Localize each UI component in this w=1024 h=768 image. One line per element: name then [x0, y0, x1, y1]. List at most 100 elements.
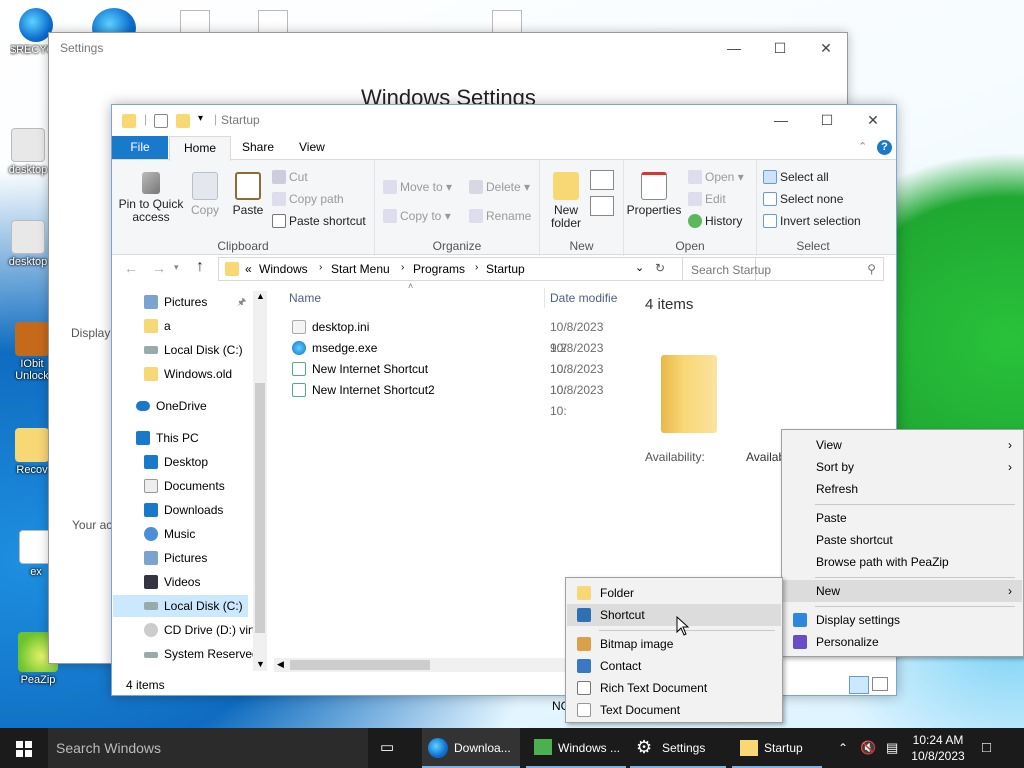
chevron-down-icon[interactable]: ⌄ — [635, 261, 644, 274]
tab-home[interactable]: Home — [169, 136, 232, 161]
invert-selection-button[interactable]: Invert selection — [763, 214, 861, 228]
nav-item-music[interactable]: Music — [144, 523, 195, 545]
menu-item-sort-by[interactable]: Sort by › — [783, 456, 1022, 478]
menu-item-rich-text-document[interactable]: Rich Text Document — [567, 677, 781, 699]
collapse-ribbon-icon[interactable]: ⌃ — [858, 140, 867, 153]
copy-to-button[interactable]: Copy to ▾ — [383, 209, 451, 223]
nav-item-pictures[interactable]: Pictures — [144, 291, 207, 313]
new-folder-icon[interactable] — [176, 114, 190, 128]
breadcrumb-start-menu[interactable]: Start Menu — [331, 262, 390, 276]
taskbar-app-windows-settings[interactable]: Windows ... — [526, 728, 626, 768]
horizontal-scrollbar[interactable]: ◀ — [274, 658, 568, 672]
nav-item-windows-old[interactable]: Windows.old — [144, 363, 232, 385]
menu-item-browse-path-peazip[interactable]: Browse path with PeaZip — [783, 551, 1022, 573]
menu-item-paste-shortcut[interactable]: Paste shortcut — [783, 529, 1022, 551]
nav-item-pictures-2[interactable]: Pictures — [144, 547, 207, 569]
scroll-down-icon[interactable]: ▼ — [256, 659, 265, 669]
search-input[interactable]: Search Startup ⚲ — [682, 257, 884, 281]
address-bar[interactable]: « Windows › Start Menu › Programs › Star… — [218, 257, 756, 281]
desktop-icon-desktop-2[interactable]: desktop — [2, 220, 54, 268]
address-overflow[interactable]: « — [245, 262, 252, 276]
edit-button[interactable]: Edit — [688, 192, 726, 206]
scroll-left-icon[interactable]: ◀ — [277, 659, 284, 670]
menu-item-new[interactable]: New › — [783, 580, 1022, 602]
move-to-button[interactable]: Move to ▾ — [383, 180, 452, 194]
menu-item-contact[interactable]: Contact — [567, 655, 781, 677]
clock[interactable]: 10:24 AM 10/8/2023 — [906, 728, 970, 768]
select-none-button[interactable]: Select none — [763, 192, 843, 206]
nav-item-cd-drive[interactable]: CD Drive (D:) virt — [144, 619, 255, 641]
column-header-date[interactable]: Date modifie — [550, 291, 617, 305]
forward-button[interactable]: → — [152, 260, 166, 276]
select-all-button[interactable]: Select all — [763, 170, 829, 184]
back-button[interactable]: ← — [124, 260, 138, 276]
desktop-file-icon[interactable] — [492, 10, 522, 34]
cut-button[interactable]: Cut — [272, 170, 308, 184]
breadcrumb-windows[interactable]: Windows — [259, 262, 308, 276]
menu-item-view[interactable]: View › — [783, 434, 1022, 456]
scroll-thumb[interactable] — [290, 660, 430, 670]
column-header-name[interactable]: Name — [289, 291, 321, 305]
desktop-file-icon[interactable] — [180, 10, 210, 34]
new-submenu[interactable]: Folder Shortcut Bitmap image Contact Ric… — [565, 577, 783, 723]
close-button[interactable]: ✕ — [803, 33, 849, 63]
desktop-icon-desktop[interactable]: desktop — [2, 128, 54, 176]
nav-item-local-disk-selected[interactable]: Local Disk (C:) — [113, 595, 248, 617]
tab-share[interactable]: Share — [228, 136, 288, 160]
volume-muted-icon[interactable]: 🔇 — [860, 728, 876, 768]
nav-item-system-reserved[interactable]: System Reserved — [144, 643, 259, 665]
paste-shortcut-button[interactable]: Paste shortcut — [272, 214, 366, 228]
pin-quick-access-button[interactable]: Pin to Quick access — [118, 172, 184, 224]
menu-item-display-settings[interactable]: Display settings — [783, 609, 1022, 631]
maximize-button[interactable]: ☐ — [804, 105, 850, 135]
scroll-up-icon[interactable]: ▲ — [256, 291, 265, 301]
file-row[interactable]: desktop.ini 10/8/2023 9:2 — [290, 317, 622, 355]
menu-item-bitmap-image[interactable]: Bitmap image — [567, 633, 781, 655]
nav-item-documents[interactable]: Documents — [144, 475, 225, 497]
open-button[interactable]: Open ▾ — [688, 170, 744, 184]
menu-item-text-document[interactable]: Text Document — [567, 699, 781, 721]
taskbar-search[interactable]: Search Windows — [48, 728, 368, 768]
file-row[interactable]: msedge.exe 10/8/2023 10: — [290, 338, 622, 376]
maximize-button[interactable]: ☐ — [757, 33, 803, 63]
properties-icon[interactable] — [154, 114, 168, 128]
taskbar-app-edge[interactable]: Downloa... — [422, 728, 520, 768]
help-icon[interactable]: ? — [877, 140, 892, 155]
up-button[interactable]: ↑ — [196, 258, 204, 276]
taskbar-app-startup[interactable]: Startup — [732, 728, 822, 768]
minimize-button[interactable]: — — [711, 33, 757, 63]
nav-item-local-disk[interactable]: Local Disk (C:) — [144, 339, 243, 361]
nav-item-onedrive[interactable]: OneDrive — [136, 395, 207, 417]
breadcrumb-programs[interactable]: Programs — [413, 262, 465, 276]
nav-item-this-pc[interactable]: This PC — [136, 427, 199, 449]
nav-item-desktop[interactable]: Desktop — [144, 451, 208, 473]
history-button[interactable]: History — [688, 214, 742, 228]
menu-item-shortcut[interactable]: Shortcut — [567, 604, 781, 626]
show-hidden-icons[interactable]: ⌃ — [838, 728, 848, 768]
network-icon[interactable]: ▤ — [886, 728, 898, 768]
easy-access-icon[interactable] — [590, 196, 614, 216]
nav-item-downloads[interactable]: Downloads — [144, 499, 223, 521]
task-view-icon[interactable]: ▭ — [380, 728, 406, 768]
menu-item-personalize[interactable]: Personalize — [783, 631, 1022, 653]
new-folder-button[interactable]: New folder — [546, 172, 586, 230]
paste-button[interactable]: Paste — [228, 172, 268, 217]
details-view-icon[interactable] — [849, 676, 869, 694]
desktop-context-menu[interactable]: View › Sort by › Refresh Paste Paste short… — [781, 429, 1024, 657]
properties-button[interactable]: Properties — [626, 172, 682, 217]
taskbar-app-settings[interactable]: ⚙ Settings — [630, 728, 726, 768]
menu-item-refresh[interactable]: Refresh — [783, 478, 1022, 500]
desktop-file-icon[interactable] — [258, 10, 288, 34]
close-button[interactable]: ✕ — [850, 105, 896, 135]
refresh-icon[interactable]: ↻ — [655, 261, 665, 275]
tab-file[interactable]: File — [112, 136, 168, 160]
copy-button[interactable]: Copy — [188, 172, 222, 217]
menu-item-paste[interactable]: Paste — [783, 507, 1022, 529]
file-row[interactable]: New Internet Shortcut2 10/8/2023 10: — [290, 380, 622, 418]
notifications-icon[interactable]: □ — [982, 728, 991, 768]
nav-item-videos[interactable]: Videos — [144, 571, 200, 593]
breadcrumb-startup[interactable]: Startup — [486, 262, 525, 276]
recent-locations-icon[interactable]: ▾ — [174, 262, 179, 273]
new-item-icon[interactable] — [590, 170, 614, 190]
tab-view[interactable]: View — [285, 136, 339, 160]
